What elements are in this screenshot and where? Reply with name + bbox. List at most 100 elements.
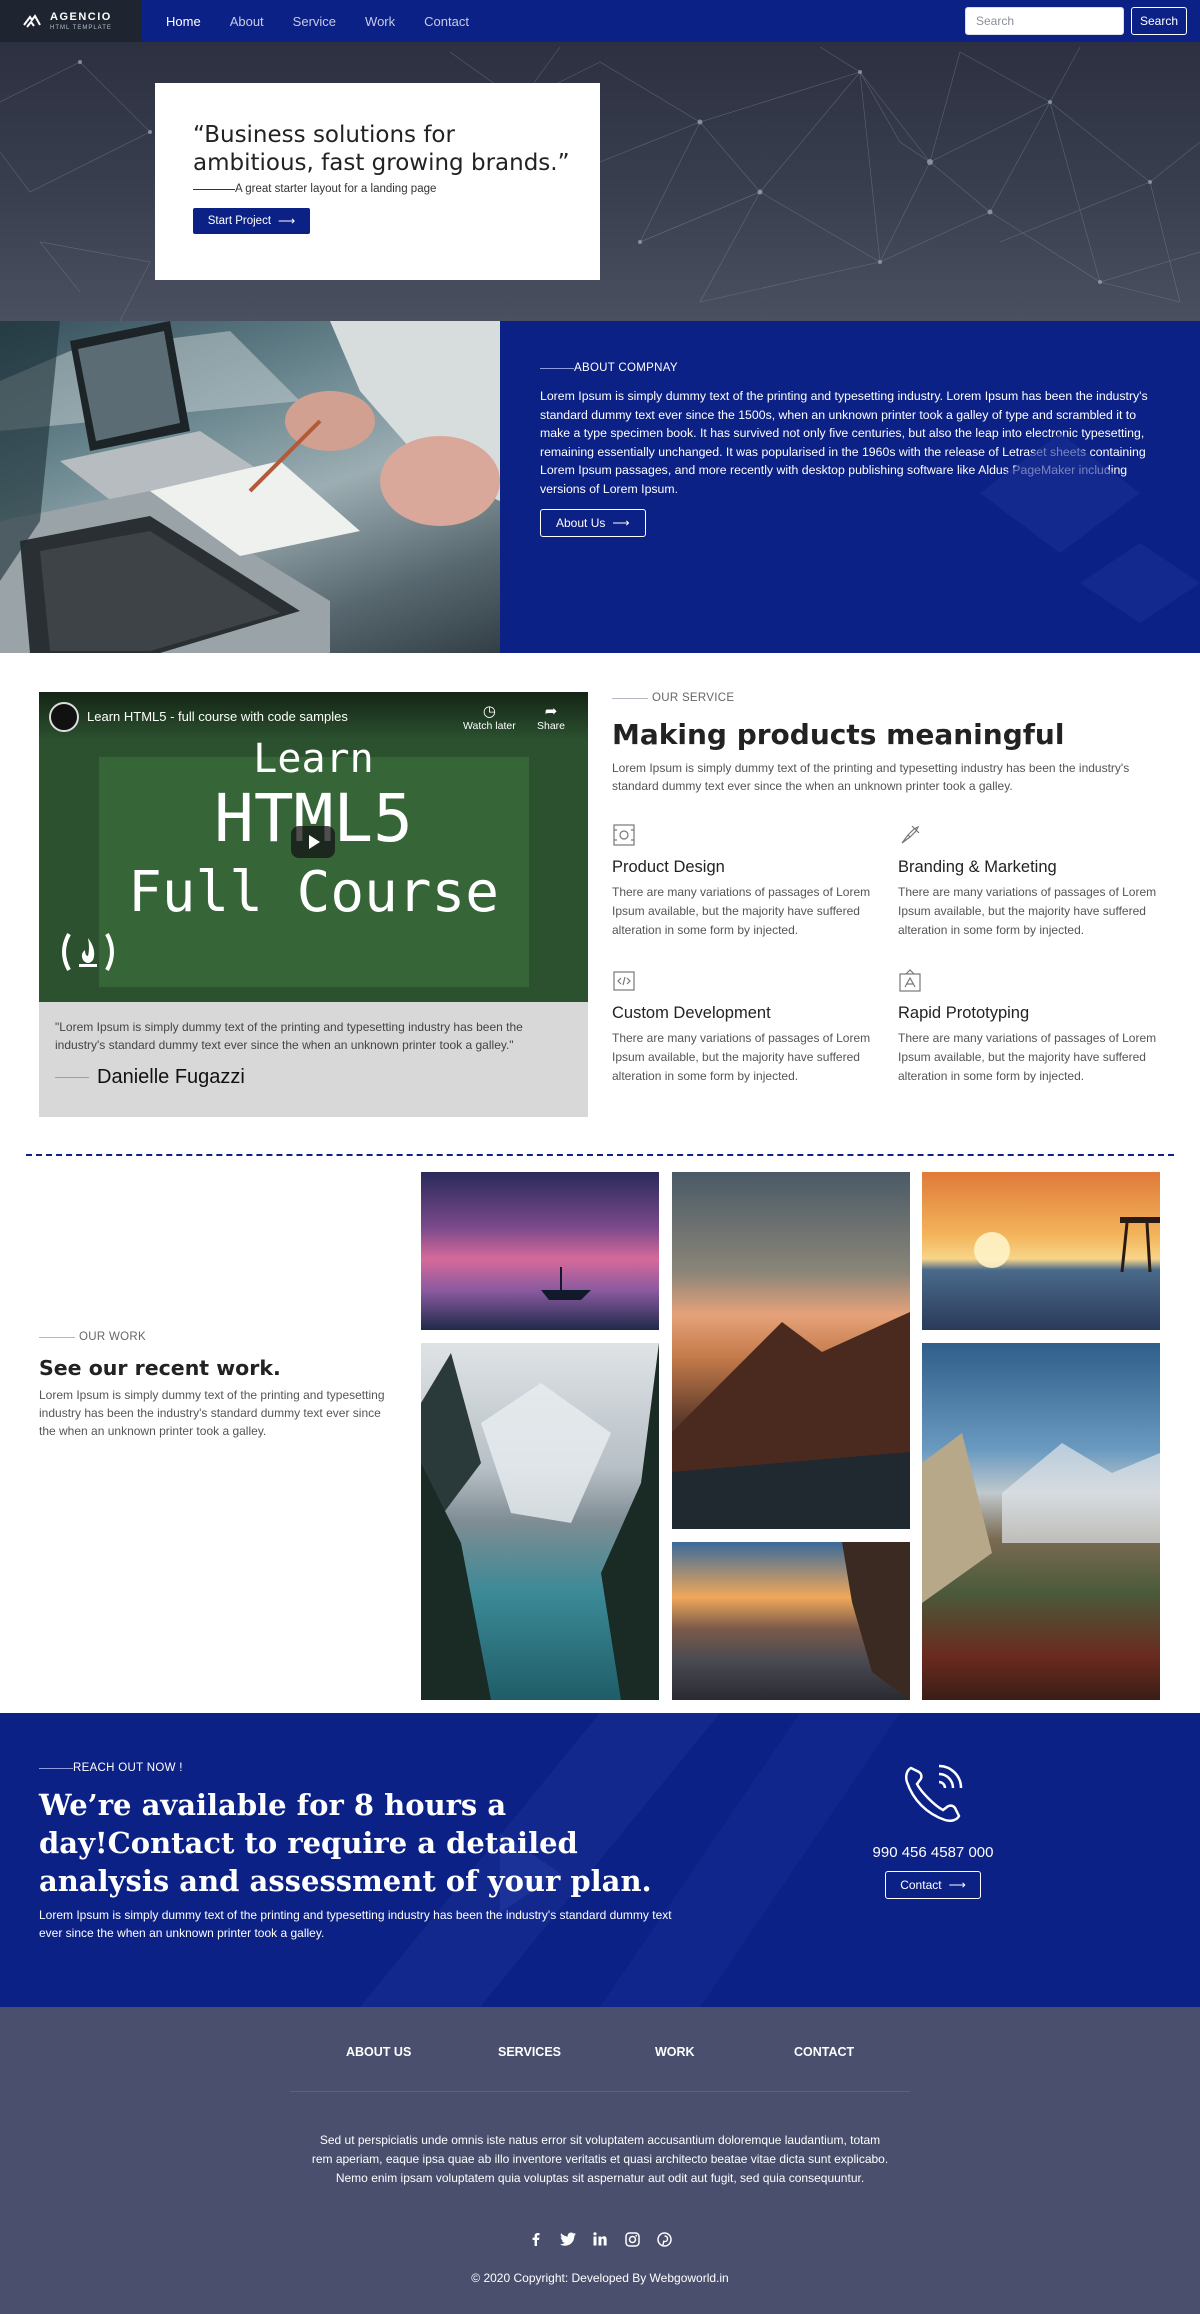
contact-button[interactable]: Contact ⟶ — [885, 1871, 981, 1899]
watch-later-label: Watch later — [463, 720, 516, 732]
logo-icon — [23, 14, 41, 28]
prototype-icon — [899, 969, 921, 992]
feature-title: Product Design — [612, 858, 725, 876]
testimonial-author: Danielle Fugazzi — [97, 1066, 245, 1088]
start-project-button[interactable]: Start Project ⟶ — [193, 208, 310, 234]
nav-link-about[interactable]: About — [230, 14, 264, 29]
code-icon — [613, 971, 635, 991]
channel-avatar[interactable] — [49, 702, 79, 732]
feature-title: Rapid Prototyping — [898, 1004, 1030, 1022]
hero-section: “Business solutions for ambitious, fast … — [0, 42, 1200, 321]
contact-eyebrow: REACH OUT NOW ! — [39, 1762, 689, 1774]
watch-later-button[interactable]: ◷ Watch later — [463, 702, 516, 732]
hero-rule — [193, 188, 235, 190]
work-rule — [39, 1336, 75, 1338]
design-icon — [613, 824, 635, 846]
work-text: Lorem Ipsum is simply dummy text of the … — [39, 1388, 385, 1438]
nav-link-home[interactable]: Home — [166, 14, 201, 29]
share-label: Share — [537, 720, 566, 732]
nav-link-contact[interactable]: Contact — [424, 14, 469, 29]
about-section: ABOUT COMPNAY Lorem Ipsum is simply dumm… — [0, 321, 1200, 653]
arrow-right-icon: ⟶ — [612, 516, 630, 530]
phone-number[interactable]: 990 456 4587 000 — [838, 1844, 1028, 1861]
feature-product-design: Product Design There are many variations… — [612, 823, 887, 940]
arrow-right-icon: ⟶ — [948, 1878, 966, 1892]
testimonial-author-row: Danielle Fugazzi — [55, 1066, 572, 1089]
feature-title: Custom Development — [612, 1004, 771, 1022]
testimonial-rule — [55, 1077, 89, 1078]
search-button[interactable]: Search — [1131, 7, 1187, 35]
work-title: See our recent work. — [39, 1356, 281, 1380]
play-icon[interactable] — [291, 826, 335, 858]
pier-illustration — [974, 1217, 1160, 1273]
hero-quote: “Business solutions for ambitious, fast … — [193, 122, 570, 176]
freecodecamp-logo-icon — [62, 933, 114, 971]
instagram-icon[interactable] — [621, 2228, 643, 2250]
contact-button-label: Contact — [900, 1878, 942, 1892]
contact-rule — [39, 1767, 73, 1769]
work-photo-mountain-sunset[interactable] — [672, 1172, 910, 1529]
brand-name: AGENCIO — [50, 10, 112, 23]
hero-subtitle: A great starter layout for a landing pag… — [235, 183, 437, 195]
contact-content: REACH OUT NOW ! We’re available for 8 ho… — [39, 1762, 689, 1942]
testimonial-card: "Lorem Ipsum is simply dummy text of the… — [39, 1002, 588, 1117]
pinterest-icon[interactable] — [653, 2228, 675, 2250]
service-rule — [612, 697, 648, 699]
footer-text: Sed ut perspiciatis unde omnis iste natu… — [311, 2133, 889, 2185]
work-photo-rocky-beach[interactable] — [672, 1542, 910, 1700]
service-text: Lorem Ipsum is simply dummy text of the … — [612, 761, 1130, 793]
feature-text: There are many variations of passages of… — [612, 1031, 871, 1083]
contact-section: REACH OUT NOW ! We’re available for 8 ho… — [0, 1713, 1200, 2007]
footer: ABOUT US SERVICES WORK CONTACT Sed ut pe… — [0, 2007, 1200, 2314]
hero-subtitle-row: A great starter layout for a landing pag… — [193, 183, 600, 195]
phone-icon — [904, 1764, 963, 1823]
clock-icon: ◷ — [482, 703, 496, 720]
footer-link-contact[interactable]: CONTACT — [794, 2045, 854, 2059]
contact-text: Lorem Ipsum is simply dummy text of the … — [39, 1908, 672, 1940]
footer-link-services[interactable]: SERVICES — [498, 2045, 561, 2059]
search-input[interactable] — [965, 7, 1124, 35]
video-big-line-3: Full Course — [128, 860, 499, 925]
copyright: © 2020 Copyright: Developed By Webgoworl… — [471, 2271, 729, 2285]
service-section: Learn HTML5 - full course with code samp… — [0, 653, 1200, 1137]
mountain-illustration — [672, 1312, 910, 1529]
footer-link-work[interactable]: WORK — [655, 2045, 695, 2059]
navbar: AGENCIO HTML TEMPLATE Home About Service… — [0, 0, 1200, 42]
about-image-laptop-meeting — [0, 321, 500, 653]
twitter-icon[interactable] — [557, 2228, 579, 2250]
facebook-icon[interactable] — [525, 2228, 547, 2250]
footer-links: ABOUT US SERVICES WORK CONTACT — [0, 2045, 1200, 2065]
boat-illustration — [541, 1267, 591, 1300]
nav-links: Home About Service Work Contact — [166, 0, 498, 42]
about-eyebrow: ABOUT COMPNAY — [540, 362, 1160, 374]
video-embed[interactable]: Learn HTML5 - full course with code samp… — [39, 692, 588, 1002]
pen-icon — [901, 825, 920, 844]
testimonial-quote: "Lorem Ipsum is simply dummy text of the… — [55, 1020, 523, 1052]
service-eyebrow: OUR SERVICE — [612, 692, 1172, 704]
service-eyebrow-label: OUR SERVICE — [652, 692, 735, 704]
nav-link-service[interactable]: Service — [293, 14, 336, 29]
brand-logo[interactable]: AGENCIO HTML TEMPLATE — [0, 0, 141, 42]
footer-link-about[interactable]: ABOUT US — [346, 2045, 411, 2059]
share-icon: ➦ — [544, 703, 558, 720]
about-panel: ABOUT COMPNAY Lorem Ipsum is simply dumm… — [500, 321, 1200, 653]
brand-subtitle: HTML TEMPLATE — [50, 24, 112, 31]
arrow-right-icon: ⟶ — [278, 214, 296, 228]
linkedin-icon[interactable] — [589, 2228, 611, 2250]
panel-decoration — [980, 433, 1200, 623]
video-big-line-1: Learn — [253, 736, 374, 782]
start-project-label: Start Project — [207, 215, 272, 227]
nav-link-work[interactable]: Work — [365, 14, 395, 29]
work-intro: OUR WORK See our recent work. Lorem Ipsu… — [39, 1331, 389, 1440]
hero-card: “Business solutions for ambitious, fast … — [155, 83, 600, 280]
work-photo-snowy-lake[interactable] — [421, 1343, 659, 1700]
section-divider — [26, 1154, 1174, 1156]
feature-text: There are many variations of passages of… — [898, 885, 1157, 937]
share-button[interactable]: ➦ Share — [537, 702, 565, 732]
work-photo-valley[interactable] — [922, 1343, 1160, 1700]
about-us-button[interactable]: About Us ⟶ — [540, 509, 646, 537]
beach-illustration — [842, 1542, 910, 1700]
work-photo-boat-lake[interactable] — [421, 1172, 659, 1330]
video-title[interactable]: Learn HTML5 - full course with code samp… — [87, 709, 348, 724]
work-photo-pier-sunset[interactable] — [922, 1172, 1160, 1330]
